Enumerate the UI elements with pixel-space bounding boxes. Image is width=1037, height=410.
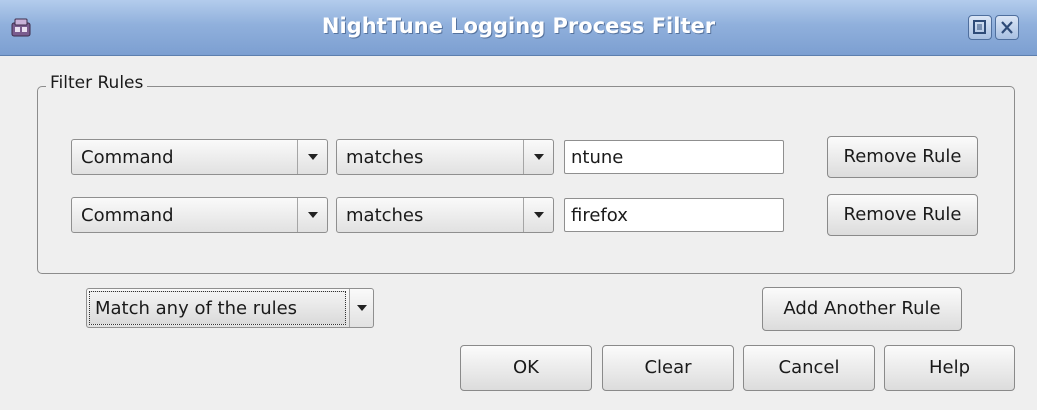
chevron-down-icon bbox=[357, 305, 367, 311]
match-mode-value: Match any of the rules bbox=[95, 298, 298, 319]
rule-1-operator-value: matches bbox=[346, 147, 424, 168]
match-mode-value-box[interactable]: Match any of the rules bbox=[89, 291, 346, 325]
title-bar[interactable]: NightTune Logging Process Filter bbox=[0, 0, 1037, 56]
rule-2-remove-button[interactable]: Remove Rule bbox=[827, 194, 978, 236]
rule-2-operator-select[interactable]: matches bbox=[336, 197, 554, 233]
rule-2-field-dropdown[interactable] bbox=[297, 198, 327, 232]
match-mode-dropdown[interactable] bbox=[349, 289, 373, 327]
rule-1-operator-select[interactable]: matches bbox=[336, 139, 554, 175]
rule-2-operator-dropdown[interactable] bbox=[523, 198, 553, 232]
close-icon bbox=[1001, 21, 1013, 34]
close-button[interactable] bbox=[995, 15, 1019, 40]
window-title: NightTune Logging Process Filter bbox=[321, 14, 716, 38]
clear-button[interactable]: Clear bbox=[602, 345, 734, 391]
filter-rules-legend: Filter Rules bbox=[46, 73, 148, 93]
rule-1-value-input[interactable] bbox=[564, 140, 784, 174]
chevron-down-icon bbox=[308, 212, 318, 218]
rule-1-remove-button[interactable]: Remove Rule bbox=[827, 136, 978, 178]
ok-button[interactable]: OK bbox=[460, 345, 592, 391]
chevron-down-icon bbox=[534, 154, 544, 160]
cancel-button[interactable]: Cancel bbox=[743, 345, 875, 391]
rule-2-value-input[interactable] bbox=[564, 198, 784, 232]
rule-1-operator-dropdown[interactable] bbox=[523, 140, 553, 174]
match-mode-select[interactable]: Match any of the rules bbox=[86, 288, 374, 328]
chevron-down-icon bbox=[534, 212, 544, 218]
rule-2-operator-value: matches bbox=[346, 205, 424, 226]
rule-1-field-select[interactable]: Command bbox=[71, 139, 328, 175]
add-rule-button[interactable]: Add Another Rule bbox=[762, 287, 962, 331]
rule-1-field-value: Command bbox=[81, 147, 174, 168]
rule-2-field-select[interactable]: Command bbox=[71, 197, 328, 233]
rule-2-field-value: Command bbox=[81, 205, 174, 226]
help-button[interactable]: Help bbox=[884, 345, 1015, 391]
maximize-icon bbox=[973, 20, 986, 34]
filter-rules-group bbox=[37, 86, 1015, 274]
maximize-button[interactable] bbox=[968, 15, 992, 40]
rule-1-field-dropdown[interactable] bbox=[297, 140, 327, 174]
chevron-down-icon bbox=[308, 154, 318, 160]
